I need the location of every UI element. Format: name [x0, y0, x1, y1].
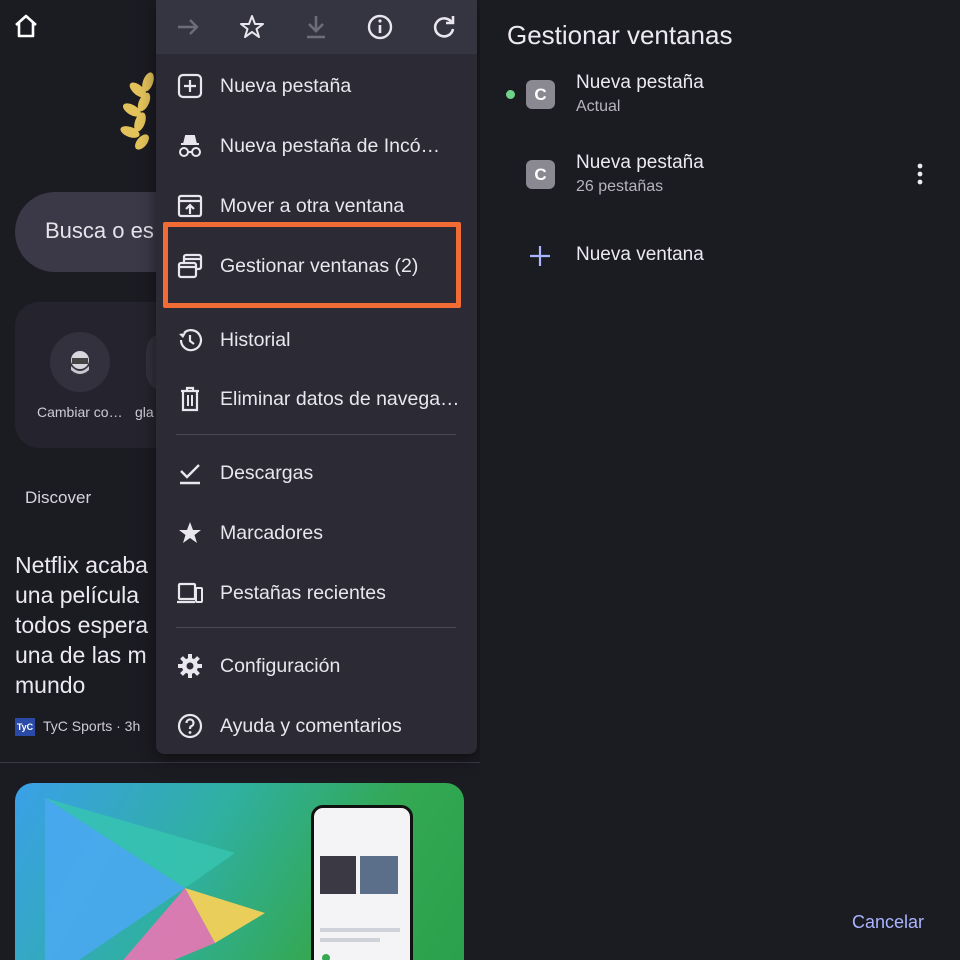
article-title-line: una de las m — [15, 642, 147, 668]
menu-item-label: Descargas — [220, 462, 314, 484]
source-logo: TyC — [15, 718, 35, 737]
menu-item-label: Eliminar datos de navega… — [220, 388, 460, 410]
shortcut-label-2: gla — [135, 404, 154, 420]
recent-tabs-icon — [177, 582, 203, 604]
article-title-line: todos espera — [15, 612, 148, 638]
window-avatar: C — [526, 80, 555, 109]
menu-item-label: Historial — [220, 329, 291, 351]
window-avatar: C — [526, 160, 555, 189]
move-window-icon — [177, 194, 203, 218]
manage-windows-panel: Gestionar ventanas C Nueva pestaña Actua… — [480, 0, 960, 960]
menu-item-downloads[interactable]: Descargas — [156, 443, 477, 503]
article-title-line: una película — [15, 582, 140, 608]
more-options-icon[interactable] — [908, 160, 932, 188]
play-store-promo-card[interactable] — [15, 783, 464, 960]
menu-item-label: Pestañas recientes — [220, 582, 386, 604]
menu-item-help[interactable]: Ayuda y comentarios — [156, 696, 477, 756]
menu-item-settings[interactable]: Configuración — [156, 636, 477, 696]
overflow-menu: Nueva pestaña Nueva pestaña de Incó… Mov… — [156, 0, 477, 754]
menu-toolbar — [156, 0, 477, 54]
ghost-icon — [71, 351, 89, 374]
menu-item-move-window[interactable]: Mover a otra ventana — [156, 176, 477, 236]
downloads-check-icon — [180, 464, 200, 485]
bookmarks-star-icon — [179, 522, 201, 543]
new-window-label: Nueva ventana — [576, 244, 704, 265]
menu-item-label: Ayuda y comentarios — [220, 715, 402, 737]
search-placeholder: Busca o es — [45, 218, 154, 243]
manage-windows-icon — [177, 253, 203, 279]
menu-item-history[interactable]: Historial — [156, 310, 477, 370]
menu-item-label: Nueva pestaña — [220, 75, 352, 97]
window-row-other[interactable]: C Nueva pestaña 26 pestañas — [480, 144, 960, 204]
info-icon[interactable] — [364, 11, 396, 43]
current-window-dot — [506, 90, 515, 99]
menu-item-label: Nueva pestaña de Incó… — [220, 135, 441, 157]
menu-item-manage-windows[interactable]: Gestionar ventanas (2) — [156, 236, 477, 296]
panel-title: Gestionar ventanas — [507, 20, 733, 50]
menu-item-label: Configuración — [220, 655, 341, 677]
article-source: TyC TyC Sports · 3h — [15, 718, 140, 738]
incognito-icon — [179, 135, 201, 157]
cancel-button[interactable]: Cancelar — [852, 912, 924, 933]
menu-item-bookmarks[interactable]: Marcadores — [156, 503, 477, 563]
article-title-line: mundo — [15, 672, 86, 698]
discover-heading: Discover — [25, 488, 92, 507]
plus-icon — [530, 246, 550, 266]
divider — [0, 762, 480, 763]
menu-item-incognito[interactable]: Nueva pestaña de Incó… — [156, 116, 477, 176]
menu-item-label: Mover a otra ventana — [220, 195, 405, 217]
shortcut-tile-1[interactable] — [50, 332, 110, 392]
new-window-button[interactable]: Nueva ventana — [526, 240, 826, 270]
star-outline-icon[interactable] — [236, 11, 268, 43]
menu-item-label: Gestionar ventanas (2) — [220, 255, 419, 277]
menu-item-recent-tabs[interactable]: Pestañas recientes — [156, 563, 477, 623]
phone-mockup-image — [311, 805, 413, 960]
menu-item-label: Marcadores — [220, 522, 323, 544]
play-logo-icon — [45, 798, 265, 960]
shortcut-label-1: Cambiar co… — [37, 404, 123, 420]
window-subtitle: 26 pestañas — [576, 178, 664, 195]
forward-arrow-icon[interactable] — [172, 11, 204, 43]
help-icon — [177, 713, 203, 739]
menu-divider — [176, 627, 456, 628]
menu-item-new-tab[interactable]: Nueva pestaña — [156, 56, 477, 116]
article-title[interactable]: Netflix acaba una película todos espera … — [15, 550, 165, 700]
article-title-line: Netflix acaba — [15, 552, 148, 578]
source-text: TyC Sports · 3h — [43, 718, 141, 734]
menu-item-clear-data[interactable]: Eliminar datos de navega… — [156, 369, 477, 429]
window-title: Nueva pestaña — [576, 152, 704, 173]
reload-icon[interactable] — [428, 11, 460, 43]
new-tab-icon — [177, 73, 203, 99]
menu-divider — [176, 434, 456, 435]
settings-gear-icon — [178, 654, 202, 678]
home-icon[interactable] — [12, 12, 40, 40]
history-icon — [179, 329, 203, 352]
trash-icon — [181, 386, 199, 412]
window-row-current[interactable]: C Nueva pestaña Actual — [480, 64, 960, 124]
window-title: Nueva pestaña — [576, 72, 704, 93]
window-subtitle: Actual — [576, 98, 621, 115]
download-icon[interactable] — [300, 11, 332, 43]
